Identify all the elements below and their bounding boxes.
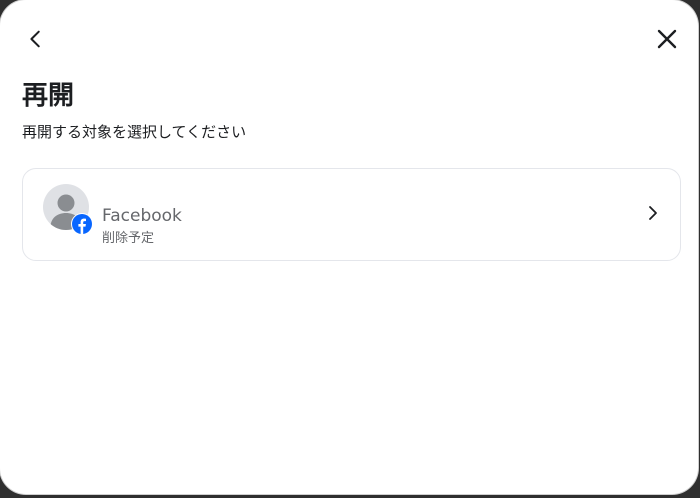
back-button[interactable]	[18, 21, 54, 57]
reactivate-dialog: 再開 再開する対象を選択してください Facebook 削除予定	[0, 0, 698, 494]
chevron-left-icon	[30, 30, 40, 48]
page-subtitle: 再開する対象を選択してください	[22, 123, 247, 141]
account-card-facebook[interactable]: Facebook 削除予定	[22, 168, 681, 261]
facebook-logo-icon	[71, 213, 93, 235]
account-status: 削除予定	[102, 231, 155, 246]
account-avatar	[43, 184, 95, 236]
chevron-right-icon	[649, 206, 657, 220]
close-icon	[657, 29, 677, 49]
account-name: Facebook	[102, 206, 182, 226]
close-button[interactable]	[649, 21, 685, 57]
page-title: 再開	[22, 81, 75, 111]
